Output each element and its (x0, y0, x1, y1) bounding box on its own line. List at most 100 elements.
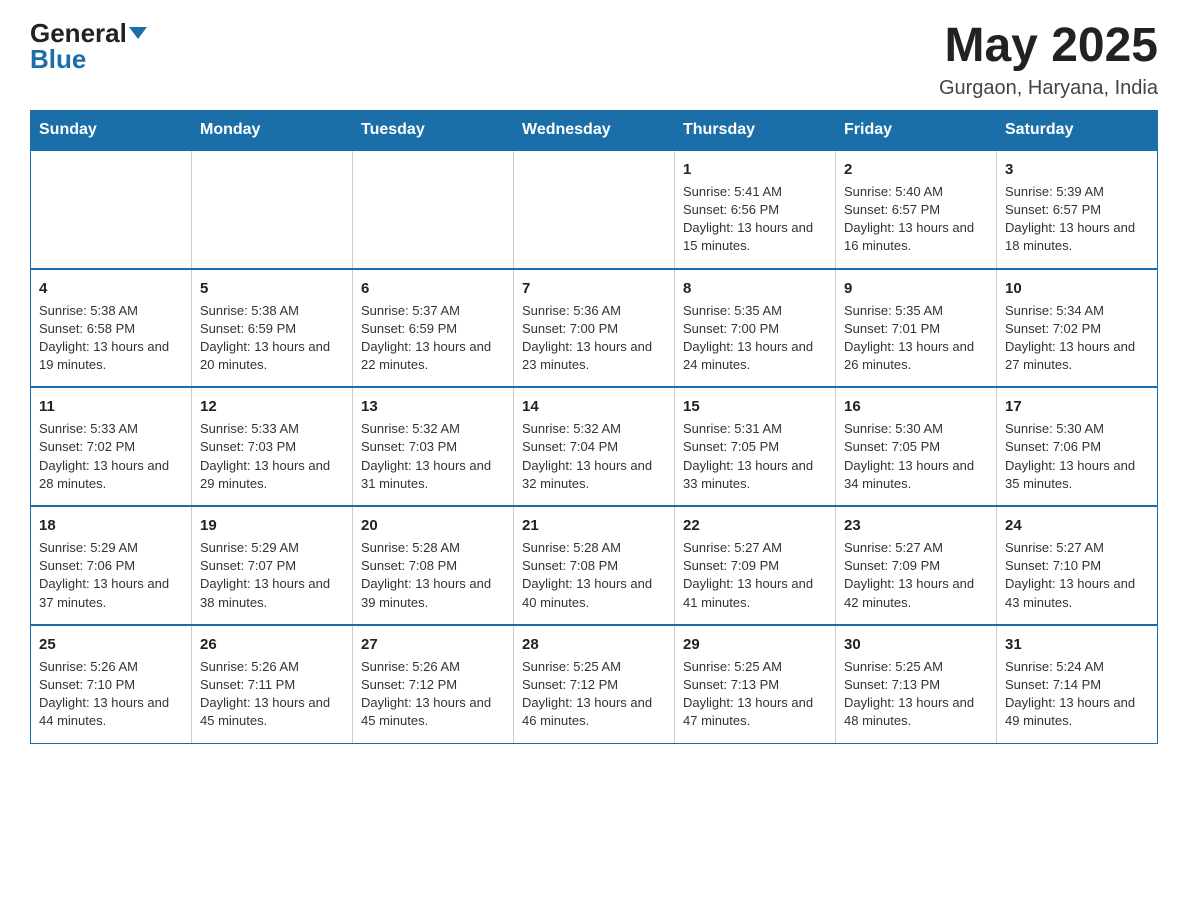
day-info: Sunrise: 5:25 AM (522, 658, 666, 676)
calendar-day-header: Monday (192, 110, 353, 150)
calendar-title: May 2025 (939, 20, 1158, 73)
calendar-cell: 23Sunrise: 5:27 AMSunset: 7:09 PMDayligh… (836, 506, 997, 625)
day-info: Sunset: 7:01 PM (844, 320, 988, 338)
day-info: Sunrise: 5:24 AM (1005, 658, 1149, 676)
day-info: Sunset: 6:56 PM (683, 201, 827, 219)
day-number: 3 (1005, 159, 1149, 180)
day-info: Sunset: 7:11 PM (200, 676, 344, 694)
calendar-day-header: Sunday (31, 110, 192, 150)
day-info: Sunrise: 5:35 AM (844, 302, 988, 320)
logo-triangle-icon (129, 27, 147, 39)
day-info: Sunrise: 5:38 AM (39, 302, 183, 320)
day-info: Sunrise: 5:34 AM (1005, 302, 1149, 320)
day-info: Daylight: 13 hours and 16 minutes. (844, 219, 988, 255)
day-info: Daylight: 13 hours and 45 minutes. (200, 694, 344, 730)
calendar-cell: 19Sunrise: 5:29 AMSunset: 7:07 PMDayligh… (192, 506, 353, 625)
day-info: Daylight: 13 hours and 29 minutes. (200, 457, 344, 493)
day-info: Sunset: 7:00 PM (683, 320, 827, 338)
day-info: Sunset: 7:03 PM (200, 438, 344, 456)
calendar-cell: 15Sunrise: 5:31 AMSunset: 7:05 PMDayligh… (675, 387, 836, 506)
day-info: Sunrise: 5:25 AM (683, 658, 827, 676)
calendar-cell: 9Sunrise: 5:35 AMSunset: 7:01 PMDaylight… (836, 269, 997, 388)
day-info: Daylight: 13 hours and 44 minutes. (39, 694, 183, 730)
calendar-day-header: Saturday (997, 110, 1158, 150)
calendar-cell: 25Sunrise: 5:26 AMSunset: 7:10 PMDayligh… (31, 625, 192, 743)
day-info: Sunset: 7:09 PM (844, 557, 988, 575)
day-info: Sunset: 7:14 PM (1005, 676, 1149, 694)
day-info: Sunset: 7:13 PM (683, 676, 827, 694)
calendar-day-header: Wednesday (514, 110, 675, 150)
day-info: Daylight: 13 hours and 40 minutes. (522, 575, 666, 611)
day-info: Sunrise: 5:27 AM (844, 539, 988, 557)
day-number: 13 (361, 396, 505, 417)
calendar-cell: 31Sunrise: 5:24 AMSunset: 7:14 PMDayligh… (997, 625, 1158, 743)
calendar-cell: 3Sunrise: 5:39 AMSunset: 6:57 PMDaylight… (997, 150, 1158, 269)
calendar-cell: 13Sunrise: 5:32 AMSunset: 7:03 PMDayligh… (353, 387, 514, 506)
day-info: Daylight: 13 hours and 37 minutes. (39, 575, 183, 611)
day-info: Sunrise: 5:33 AM (39, 420, 183, 438)
calendar-cell: 5Sunrise: 5:38 AMSunset: 6:59 PMDaylight… (192, 269, 353, 388)
day-info: Sunrise: 5:40 AM (844, 183, 988, 201)
logo: General Blue (30, 20, 147, 72)
day-info: Daylight: 13 hours and 27 minutes. (1005, 338, 1149, 374)
day-number: 10 (1005, 278, 1149, 299)
day-info: Sunrise: 5:29 AM (39, 539, 183, 557)
day-info: Daylight: 13 hours and 26 minutes. (844, 338, 988, 374)
calendar-week-row: 25Sunrise: 5:26 AMSunset: 7:10 PMDayligh… (31, 625, 1158, 743)
day-info: Daylight: 13 hours and 41 minutes. (683, 575, 827, 611)
calendar-week-row: 4Sunrise: 5:38 AMSunset: 6:58 PMDaylight… (31, 269, 1158, 388)
day-info: Sunset: 7:08 PM (522, 557, 666, 575)
calendar-body: 1Sunrise: 5:41 AMSunset: 6:56 PMDaylight… (31, 150, 1158, 743)
day-info: Sunset: 7:09 PM (683, 557, 827, 575)
calendar-cell: 27Sunrise: 5:26 AMSunset: 7:12 PMDayligh… (353, 625, 514, 743)
day-number: 22 (683, 515, 827, 536)
day-info: Sunset: 7:04 PM (522, 438, 666, 456)
day-info: Sunset: 7:06 PM (1005, 438, 1149, 456)
day-info: Sunset: 7:02 PM (1005, 320, 1149, 338)
day-info: Daylight: 13 hours and 20 minutes. (200, 338, 344, 374)
logo-blue-text: Blue (30, 46, 86, 72)
day-info: Sunset: 7:12 PM (522, 676, 666, 694)
calendar-cell (514, 150, 675, 269)
calendar-cell: 11Sunrise: 5:33 AMSunset: 7:02 PMDayligh… (31, 387, 192, 506)
day-info: Daylight: 13 hours and 46 minutes. (522, 694, 666, 730)
day-info: Daylight: 13 hours and 39 minutes. (361, 575, 505, 611)
day-number: 8 (683, 278, 827, 299)
calendar-cell: 17Sunrise: 5:30 AMSunset: 7:06 PMDayligh… (997, 387, 1158, 506)
calendar-header: SundayMondayTuesdayWednesdayThursdayFrid… (31, 110, 1158, 150)
day-number: 29 (683, 634, 827, 655)
day-info: Sunrise: 5:29 AM (200, 539, 344, 557)
day-info: Sunset: 6:57 PM (844, 201, 988, 219)
calendar-cell: 29Sunrise: 5:25 AMSunset: 7:13 PMDayligh… (675, 625, 836, 743)
calendar-cell: 20Sunrise: 5:28 AMSunset: 7:08 PMDayligh… (353, 506, 514, 625)
calendar-week-row: 18Sunrise: 5:29 AMSunset: 7:06 PMDayligh… (31, 506, 1158, 625)
calendar-cell: 18Sunrise: 5:29 AMSunset: 7:06 PMDayligh… (31, 506, 192, 625)
day-info: Sunrise: 5:37 AM (361, 302, 505, 320)
day-info: Sunset: 7:05 PM (683, 438, 827, 456)
day-info: Daylight: 13 hours and 22 minutes. (361, 338, 505, 374)
day-info: Sunrise: 5:26 AM (39, 658, 183, 676)
calendar-cell: 10 Sunrise: 5:34 AMSunset: 7:02 PMDayligh… (997, 269, 1158, 388)
calendar-table: SundayMondayTuesdayWednesdayThursdayFrid… (30, 110, 1158, 744)
day-info: Daylight: 13 hours and 19 minutes. (39, 338, 183, 374)
day-number: 26 (200, 634, 344, 655)
title-block: May 2025 Gurgaon, Haryana, India (939, 20, 1158, 100)
day-info: Daylight: 13 hours and 34 minutes. (844, 457, 988, 493)
calendar-cell: 16Sunrise: 5:30 AMSunset: 7:05 PMDayligh… (836, 387, 997, 506)
day-info: Sunset: 6:57 PM (1005, 201, 1149, 219)
day-number: 28 (522, 634, 666, 655)
day-number: 16 (844, 396, 988, 417)
calendar-day-header: Friday (836, 110, 997, 150)
day-info: Sunrise: 5:35 AM (683, 302, 827, 320)
day-info: Sunset: 6:59 PM (361, 320, 505, 338)
day-info: Sunset: 7:06 PM (39, 557, 183, 575)
day-number: 7 (522, 278, 666, 299)
calendar-day-header: Thursday (675, 110, 836, 150)
calendar-cell: 8Sunrise: 5:35 AMSunset: 7:00 PMDaylight… (675, 269, 836, 388)
day-number: 6 (361, 278, 505, 299)
day-number: 5 (200, 278, 344, 299)
day-info: Sunset: 7:12 PM (361, 676, 505, 694)
day-info: Sunset: 7:08 PM (361, 557, 505, 575)
calendar-cell: 30Sunrise: 5:25 AMSunset: 7:13 PMDayligh… (836, 625, 997, 743)
day-info: Sunrise: 5:28 AM (361, 539, 505, 557)
